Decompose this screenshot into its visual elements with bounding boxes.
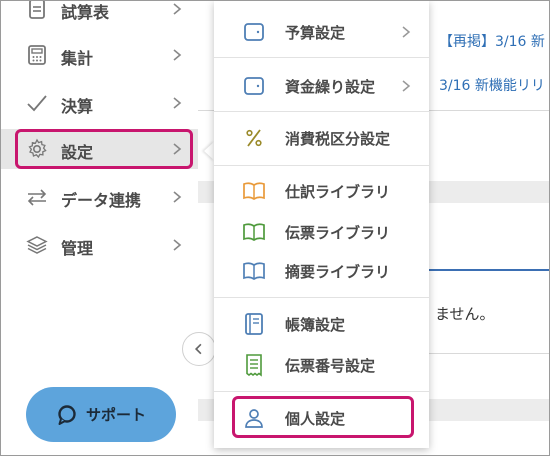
sidebar-item-label: 管理 (61, 239, 94, 258)
menu-item-label: 伝票ライブラリ (285, 224, 391, 242)
menu-separator (214, 165, 429, 166)
menu-item-label: 仕訳ライブラリ (285, 183, 391, 201)
menu-item-label: 予算設定 (285, 24, 346, 42)
chat-bubble-icon (58, 404, 76, 425)
menu-item-voucher-library[interactable]: 伝票ライブラリ (214, 211, 429, 251)
menu-item-tax-category-settings[interactable]: 消費税区分設定 (214, 117, 429, 157)
chevron-right-icon (173, 3, 182, 15)
support-button-label: サポート (85, 406, 146, 424)
highlight-outline-settings (15, 129, 193, 169)
app-window: 【再掲】3/16 新 3/16 新機能リリ ません。 試算表 集計 決算 設定 (0, 0, 550, 456)
menu-item-budget-settings[interactable]: 予算設定 (214, 11, 429, 51)
news-link-1[interactable]: 【再掲】3/16 新 (439, 31, 545, 51)
menu-separator (214, 111, 429, 112)
percent-icon (246, 129, 262, 147)
chevron-right-icon (173, 239, 182, 251)
support-button[interactable]: サポート (26, 387, 176, 442)
receipt-icon (246, 354, 262, 377)
sidebar-item-data-link[interactable]: データ連携 (1, 177, 198, 217)
menu-item-label: 資金繰り設定 (285, 78, 376, 96)
news-link-2[interactable]: 3/16 新機能リリ (439, 75, 545, 95)
chevron-right-icon (173, 97, 182, 109)
menu-item-cashflow-settings[interactable]: 資金繰り設定 (214, 65, 429, 105)
settings-menu: 予算設定 資金繰り設定 消費税区分設定 仕訳ライブラリ 伝票ライブラリ 摘要ライ… (214, 1, 429, 448)
menu-separator (214, 297, 429, 298)
menu-item-ledger-settings[interactable]: 帳簿設定 (214, 303, 429, 343)
sidebar-item-label: データ連携 (61, 191, 142, 210)
wallet-icon (244, 77, 264, 95)
sidebar: 試算表 集計 決算 設定 データ連携 管理 サポート (1, 1, 198, 455)
menu-item-description-library[interactable]: 摘要ライブラリ (214, 250, 429, 290)
sidebar-item-label: 集計 (61, 49, 94, 68)
chevron-right-icon (402, 80, 411, 92)
swap-arrows-icon (27, 189, 47, 206)
check-icon (27, 95, 47, 112)
sidebar-item-trial-balance[interactable]: 試算表 (1, 1, 198, 29)
calculator-icon (28, 45, 46, 65)
menu-item-label: 消費税区分設定 (285, 130, 391, 148)
chevron-left-icon (194, 343, 202, 355)
wallet-icon (244, 23, 264, 41)
sidebar-item-closing[interactable]: 決算 (1, 83, 198, 123)
book-icon (243, 223, 265, 242)
sidebar-item-aggregate[interactable]: 集計 (1, 35, 198, 75)
menu-item-voucher-number-settings[interactable]: 伝票番号設定 (214, 344, 429, 384)
document-icon (29, 1, 45, 19)
sidebar-item-label: 試算表 (61, 3, 110, 22)
book-icon (243, 262, 265, 281)
chevron-right-icon (402, 26, 411, 38)
sidebar-item-label: 決算 (61, 97, 94, 116)
empty-message: ません。 (435, 305, 495, 323)
menu-item-label: 伝票番号設定 (285, 357, 376, 375)
tab-underline (426, 269, 549, 271)
sidebar-item-admin[interactable]: 管理 (1, 225, 198, 265)
menu-item-journal-library[interactable]: 仕訳ライブラリ (214, 170, 429, 210)
menu-separator (214, 391, 429, 392)
menu-item-label: 摘要ライブラリ (285, 263, 391, 281)
ledger-icon (245, 313, 263, 335)
layers-icon (26, 236, 48, 254)
menu-separator (214, 57, 429, 58)
book-icon (243, 182, 265, 201)
menu-item-label: 帳簿設定 (285, 316, 346, 334)
chevron-right-icon (173, 49, 182, 61)
highlight-outline-personal-settings (232, 396, 414, 438)
collapse-sidebar-button[interactable] (182, 332, 216, 366)
chevron-right-icon (173, 191, 182, 203)
